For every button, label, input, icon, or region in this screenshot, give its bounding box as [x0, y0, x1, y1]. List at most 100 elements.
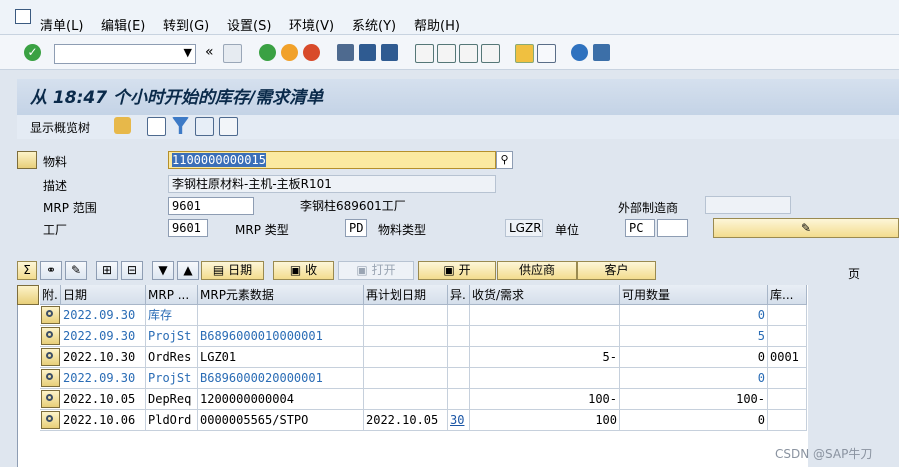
expand-button[interactable]: ⊞ — [96, 261, 118, 280]
material-toggle-icon[interactable] — [17, 151, 37, 169]
cell-exc — [448, 347, 470, 368]
shortcut-icon[interactable] — [537, 44, 556, 63]
menu-item-help[interactable]: 帮助(H) — [414, 15, 460, 34]
customer-button[interactable]: 客户 — [577, 261, 656, 280]
tree-icon[interactable] — [114, 117, 131, 134]
cell-mrp: ProjSt — [146, 326, 198, 347]
row-detail-icon[interactable] — [41, 390, 60, 408]
total-button[interactable]: Σ — [17, 261, 37, 280]
menu-item-goto[interactable]: 转到(G) — [163, 15, 209, 34]
enter-icon[interactable]: ✓ — [24, 44, 41, 61]
details-icon[interactable] — [195, 117, 214, 136]
collapse-chevron-icon[interactable]: « — [205, 44, 214, 60]
unit-field[interactable]: PC — [625, 219, 655, 237]
find-icon[interactable] — [359, 44, 376, 61]
material-type-field: LGZR — [505, 219, 543, 237]
back-icon[interactable] — [259, 44, 276, 61]
find-next-icon[interactable] — [381, 44, 398, 61]
table-row[interactable]: 2022.09.30 库存 0 — [40, 305, 807, 326]
mrp-area-field[interactable]: 9601 — [168, 197, 254, 215]
next-page-icon[interactable] — [459, 44, 478, 63]
overview-tree-button[interactable]: 显示概览树 — [30, 119, 90, 136]
select-all-icon[interactable] — [17, 285, 39, 305]
menu-item-list[interactable]: 清单(L) — [40, 15, 83, 34]
display-variant-button[interactable]: ⚭ — [40, 261, 62, 280]
cancel-icon[interactable] — [303, 44, 320, 61]
table-row[interactable]: 2022.10.30 OrdRes LGZ01 5- 0 0001 — [40, 347, 807, 368]
material-input[interactable]: 1100000000015 — [168, 151, 496, 169]
cell-exc[interactable]: 30 — [448, 410, 470, 431]
cell-resched — [364, 326, 448, 347]
prev-page-icon[interactable] — [437, 44, 456, 63]
page-title: 从 18:47 个小时开始的库存/需求清单 — [30, 88, 324, 108]
exit-icon[interactable] — [281, 44, 298, 61]
menu-item-edit[interactable]: 编辑(E) — [101, 15, 145, 34]
unit-label: 单位 — [555, 223, 580, 237]
date-button-label: 日期 — [228, 263, 253, 277]
cell-exc — [448, 389, 470, 410]
layout-icon[interactable] — [593, 44, 610, 61]
column-header-mrp-element[interactable]: MRP ... — [146, 285, 198, 305]
dropdown-icon[interactable]: ▼ — [184, 46, 192, 59]
unit-extra-field[interactable] — [657, 219, 688, 237]
cell-date: 2022.10.06 — [61, 410, 146, 431]
plant-field[interactable]: 9601 — [168, 219, 208, 237]
row-detail-icon[interactable] — [41, 348, 60, 366]
tree-expand-icon: ⊞ — [101, 263, 113, 277]
change-button[interactable]: ✎ — [65, 261, 87, 280]
vendor-button[interactable]: 供应商 — [497, 261, 577, 280]
cell-stor — [768, 389, 807, 410]
new-session-icon[interactable] — [515, 44, 534, 63]
cell-exc — [448, 326, 470, 347]
edit-header-button[interactable]: ✎ — [713, 218, 899, 238]
refresh-icon[interactable] — [147, 117, 166, 136]
cell-data: LGZ01 — [198, 347, 364, 368]
last-page-icon[interactable] — [481, 44, 500, 63]
first-page-icon[interactable] — [415, 44, 434, 63]
search-help-icon[interactable]: ⚲ — [496, 151, 513, 169]
sort-asc-button[interactable]: ▲ — [177, 261, 199, 280]
date-button[interactable]: ▤ 日期 — [201, 261, 264, 280]
external-manufacturer-label: 外部制造商 — [618, 201, 679, 215]
cell-avail: 0 — [620, 305, 768, 326]
cell-resched — [364, 389, 448, 410]
mrp-type-field[interactable]: PD — [345, 219, 367, 237]
cell-qty: 100 — [470, 410, 620, 431]
column-header-mrp-element-data[interactable]: MRP元素数据 — [198, 285, 364, 305]
menu-icon[interactable] — [15, 9, 31, 24]
sort-desc-button[interactable]: ▼ — [152, 261, 174, 280]
column-header-reschedule-date[interactable]: 再计划日期 — [364, 285, 448, 305]
column-header-date[interactable]: 日期 — [61, 285, 146, 305]
description-field: 李钢柱原材料-主机-主板R101 — [168, 175, 496, 193]
table-row[interactable]: 2022.09.30 ProjSt B6896000020000001 0 — [40, 368, 807, 389]
table-row[interactable]: 2022.10.06 PldOrd 0000005565/STPO 2022.10.0… — [40, 410, 807, 431]
column-header-receipt-req[interactable]: 收货/需求 — [470, 285, 620, 305]
collapse-button[interactable]: ⊟ — [121, 261, 143, 280]
cell-qty: 100- — [470, 389, 620, 410]
delete-filter-icon[interactable] — [219, 117, 238, 136]
print-icon[interactable] — [337, 44, 354, 61]
column-header-exception[interactable]: 异. — [448, 285, 470, 305]
column-header-attach[interactable]: 附. — [40, 285, 61, 305]
mrp-area-text: 李钢柱689601工厂 — [300, 199, 406, 213]
cell-date: 2022.10.05 — [61, 389, 146, 410]
glasses-icon: ⚭ — [45, 263, 57, 277]
row-detail-icon[interactable] — [41, 369, 60, 387]
table-row[interactable]: 2022.10.05 DepReq 1200000000004 100- 100- — [40, 389, 807, 410]
menu-item-settings[interactable]: 设置(S) — [227, 15, 271, 34]
column-header-storage[interactable]: 库... — [768, 285, 807, 305]
receipt-button[interactable]: ▣ 收 — [273, 261, 334, 280]
cell-resched — [364, 305, 448, 326]
menu-item-system[interactable]: 系统(Y) — [352, 15, 396, 34]
table-row[interactable]: 2022.09.30 ProjSt B6896000010000001 5 — [40, 326, 807, 347]
row-detail-icon[interactable] — [41, 306, 60, 324]
cell-mrp: OrdRes — [146, 347, 198, 368]
column-header-available-qty[interactable]: 可用数量 — [620, 285, 768, 305]
menu-item-environment[interactable]: 环境(V) — [289, 15, 334, 34]
row-detail-icon[interactable] — [41, 327, 60, 345]
open2-button[interactable]: ▣ 开 — [418, 261, 496, 280]
help-icon[interactable] — [571, 44, 588, 61]
row-detail-icon[interactable] — [41, 411, 60, 429]
command-field[interactable]: ▼ — [54, 44, 196, 64]
save-icon[interactable] — [223, 44, 242, 63]
